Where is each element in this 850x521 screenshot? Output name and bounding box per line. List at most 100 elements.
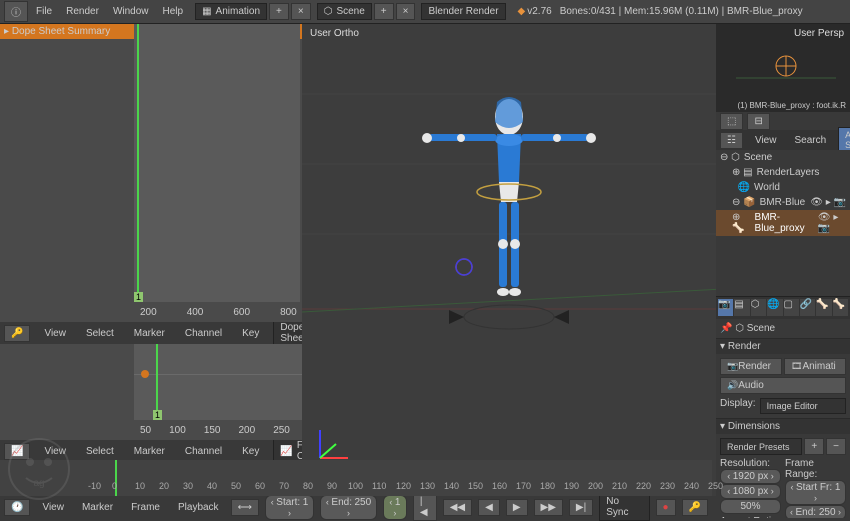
outliner-item-scene[interactable]: ⊖ ⬡ Scene <box>716 150 850 165</box>
play-reverse-button[interactable]: ◀ <box>478 499 500 516</box>
end-frame-field[interactable]: ‹ End: 250 › <box>320 495 377 520</box>
stats-label: Bones:0/431 | Mem:15.96M (0.11M) | BMR-B… <box>560 6 803 17</box>
animation-button[interactable]: 🎞Animati <box>784 358 846 375</box>
render-button[interactable]: 📷Render <box>720 358 782 375</box>
editor-type-icon[interactable]: 🔑 <box>4 325 30 342</box>
menu-select[interactable]: Select <box>80 444 120 459</box>
menu-window[interactable]: Window <box>107 4 155 19</box>
timeline-ruler[interactable]: -10 0 10 20 30 40 50 60 70 80 90 100 110… <box>0 460 712 496</box>
add-scene-button[interactable]: + <box>374 3 394 20</box>
scene-icon: ⬡ <box>324 6 333 17</box>
menu-view[interactable]: View <box>38 326 72 341</box>
scene-dropdown[interactable]: ⬡ Scene <box>317 3 372 20</box>
dopesheet-ruler: 200400600800 <box>140 307 302 318</box>
center-column: User Ortho <box>302 24 716 518</box>
next-key-button[interactable]: ▶▶ <box>534 499 563 516</box>
properties-tabs: 📷 ▤ ⬡ 🌐 ▢ 🔗 🦴 🦴 <box>716 297 850 319</box>
tab-constraint[interactable]: 🔗 <box>800 299 815 316</box>
add-preset-button[interactable]: + <box>804 438 824 455</box>
layout-dropdown[interactable]: ▦ Animation <box>195 3 267 20</box>
dimensions-panel-header[interactable]: ▾ Dimensions <box>716 419 850 434</box>
menu-key[interactable]: Key <box>236 326 265 341</box>
prev-key-button[interactable]: ◀◀ <box>443 499 472 516</box>
jump-start-button[interactable]: |◀ <box>413 493 437 521</box>
collapse-icon[interactable]: ⊟ <box>747 113 769 130</box>
audio-button[interactable]: 🔊Audio <box>720 377 846 394</box>
tab-bone[interactable]: 🦴 <box>833 299 848 316</box>
remove-layout-button[interactable]: × <box>291 3 311 20</box>
remove-scene-button[interactable]: × <box>396 3 416 20</box>
dopesheet-header: 🔑 View Select Marker Channel Key Dope Sh… <box>0 322 302 344</box>
menu-file[interactable]: File <box>30 4 58 19</box>
viewport-object-label: (1) BMR-Blue_proxy : foot.ik.R <box>738 101 846 110</box>
menu-search[interactable]: Search <box>788 133 832 148</box>
sync-dropdown[interactable]: No Sync <box>599 493 649 521</box>
outliner-item-renderlayers[interactable]: ⊕ ▤ RenderLayers <box>716 165 850 180</box>
grid-icon: ▦ <box>202 6 211 17</box>
editor-type-icon[interactable]: ☷ <box>720 132 743 149</box>
menu-render[interactable]: Render <box>60 4 105 19</box>
keying-set-icon[interactable]: 🔑 <box>682 499 708 516</box>
start-frame-field[interactable]: ‹ Start Fr: 1 › <box>785 480 846 505</box>
editor-type-icon[interactable]: ⬚ <box>720 113 743 130</box>
right-column: User Persp (1) BMR-Blue_proxy : foot.ik.… <box>716 24 850 518</box>
current-frame-field[interactable]: ‹ 1 › <box>383 495 407 520</box>
version-label: v2.76 <box>527 6 551 17</box>
timeline-header: 🕐 View Marker Frame Playback ⟷ ‹ Start: … <box>0 496 712 518</box>
display-dropdown[interactable]: Image Editor <box>760 398 846 414</box>
presets-dropdown[interactable]: Render Presets <box>720 438 802 455</box>
dopesheet-editor[interactable]: ▸ Dope Sheet Summary 1 200400600800 <box>0 24 302 322</box>
properties-editor: 📷 ▤ ⬡ 🌐 ▢ 🔗 🦴 🦴 📌 ⬡ Scene ▾ Render 📷Rend… <box>716 296 850 518</box>
menu-channel[interactable]: Channel <box>179 326 228 341</box>
menu-select[interactable]: Select <box>80 326 120 341</box>
menu-frame[interactable]: Frame <box>125 500 166 515</box>
3d-viewport[interactable]: User Ortho <box>302 24 716 496</box>
outliner-item-world[interactable]: 🌐 World <box>716 180 850 195</box>
timeline-editor: -10 0 10 20 30 40 50 60 70 80 90 100 110… <box>0 460 712 518</box>
triangle-icon: ▸ <box>4 26 9 37</box>
frame-range-label: Frame Range: <box>785 458 846 480</box>
outliner-item-group[interactable]: ⊖ 📦 BMR-Blue 👁 ▸ 📷 <box>716 195 850 210</box>
add-layout-button[interactable]: + <box>269 3 289 20</box>
menu-marker[interactable]: Marker <box>128 444 171 459</box>
tab-scene[interactable]: ⬡ <box>751 299 766 316</box>
editor-type-icon[interactable]: ⓘ <box>4 1 28 22</box>
tab-world[interactable]: 🌐 <box>767 299 782 316</box>
tab-render[interactable]: 📷 <box>718 299 733 316</box>
res-pct-field[interactable]: 50% <box>720 499 781 514</box>
fcurve-editor[interactable]: 1 50100150200250 <box>0 344 302 440</box>
render-panel-header[interactable]: ▾ Render <box>716 339 850 354</box>
remove-preset-button[interactable]: − <box>826 438 846 455</box>
end-frame-field[interactable]: ‹ End: 250 › <box>785 505 846 518</box>
engine-dropdown[interactable]: Blender Render <box>421 3 505 20</box>
res-x-field[interactable]: ‹ 1920 px › <box>720 469 781 484</box>
mini-viewport-header: ⬚ ⊟ <box>716 112 850 130</box>
play-button[interactable]: ▶ <box>506 499 528 516</box>
autokey-button[interactable]: ● <box>656 499 676 516</box>
menu-view[interactable]: View <box>749 133 783 148</box>
start-frame-field[interactable]: ‹ Start: 1 › <box>265 495 314 520</box>
menu-marker[interactable]: Marker <box>76 500 119 515</box>
character-armature[interactable] <box>389 92 629 372</box>
camera-viewport[interactable]: User Persp (1) BMR-Blue_proxy : foot.ik.… <box>716 24 850 112</box>
menu-playback[interactable]: Playback <box>172 500 225 515</box>
res-y-field[interactable]: ‹ 1080 px › <box>720 484 781 499</box>
menu-marker[interactable]: Marker <box>128 326 171 341</box>
menu-key[interactable]: Key <box>236 444 265 459</box>
outliner-item-armature[interactable]: ⊕ 🦴 BMR-Blue_proxy 👁 ▸ 📷 <box>716 210 850 236</box>
tab-data[interactable]: 🦴 <box>816 299 831 316</box>
current-frame-marker: 1 <box>153 410 162 420</box>
range-icon[interactable]: ⟷ <box>231 499 259 516</box>
keyframe-dot[interactable] <box>141 370 149 378</box>
watermark-icon: ag <box>4 434 74 504</box>
tab-object[interactable]: ▢ <box>784 299 799 316</box>
display-label: Display: <box>720 398 756 414</box>
jump-end-button[interactable]: ▶| <box>569 499 593 516</box>
outliner-header: ☷ View Search All Scenes <box>716 130 850 150</box>
svg-text:ag: ag <box>33 478 44 489</box>
blender-logo-icon: ◆ <box>518 6 526 17</box>
menu-help[interactable]: Help <box>157 4 190 19</box>
menu-channel[interactable]: Channel <box>179 444 228 459</box>
outliner[interactable]: ⊖ ⬡ Scene ⊕ ▤ RenderLayers 🌐 World ⊖ 📦 B… <box>716 150 850 296</box>
tab-layers[interactable]: ▤ <box>734 299 749 316</box>
